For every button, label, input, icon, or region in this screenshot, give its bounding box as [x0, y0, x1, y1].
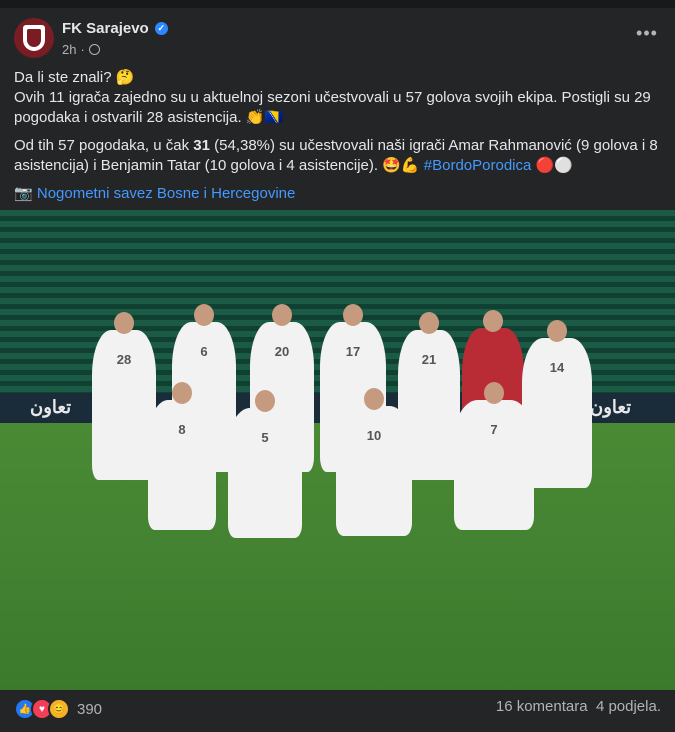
hashtag-link[interactable]: #BordoPorodica: [424, 157, 532, 174]
player: 7: [454, 382, 534, 530]
more-options-button[interactable]: •••: [633, 24, 661, 46]
post-card: FK Sarajevo ✓ 2h · ••• Da li ste znali? …: [0, 8, 675, 732]
ad-text: تعاون: [30, 397, 72, 417]
post-photo[interactable]: تعاون تعاون 28 6 20 17 21 14 8 5 10 7: [0, 210, 675, 690]
verified-badge-icon: ✓: [154, 22, 168, 35]
player: 8: [148, 382, 216, 530]
globe-icon: [88, 44, 100, 55]
ad-text: تعاون: [590, 397, 632, 417]
post-text-bold: 31: [193, 137, 210, 154]
post-text: Da li ste znali? 🤔 Ovih 11 igrača zajedn…: [14, 68, 659, 212]
player: 5: [228, 390, 302, 538]
player: 28: [92, 312, 156, 480]
page-avatar[interactable]: [14, 18, 54, 58]
post-header: FK Sarajevo ✓ 2h · •••: [14, 18, 661, 62]
camera-icon: 📷: [14, 185, 37, 202]
post-text-segment: 🔴⚪: [531, 157, 573, 174]
engagement-stats: 16 komentara 4 podjela.: [496, 698, 661, 715]
post-text-line: Ovih 11 igrača zajedno su u aktuelnoj se…: [14, 89, 651, 126]
post-text-segment: Od tih 57 pogodaka, u čak: [14, 137, 194, 154]
reactions-summary[interactable]: 👍 ♥ 😊 390: [14, 698, 102, 720]
comments-count[interactable]: 16 komentara: [496, 698, 588, 715]
photo-credit-link[interactable]: Nogometni savez Bosne i Hercegovine: [37, 185, 295, 202]
care-reaction-icon: 😊: [48, 698, 70, 720]
player: 10: [336, 388, 412, 536]
post-footer: 👍 ♥ 😊 390 16 komentara 4 podjela.: [14, 698, 661, 722]
shares-count[interactable]: 4 podjela.: [596, 698, 661, 715]
reaction-count[interactable]: 390: [77, 701, 102, 718]
club-crest-icon: [23, 25, 45, 51]
page-name[interactable]: FK Sarajevo: [62, 20, 149, 37]
post-text-line: Da li ste znali? 🤔: [14, 69, 135, 86]
post-time[interactable]: 2h: [62, 42, 76, 57]
